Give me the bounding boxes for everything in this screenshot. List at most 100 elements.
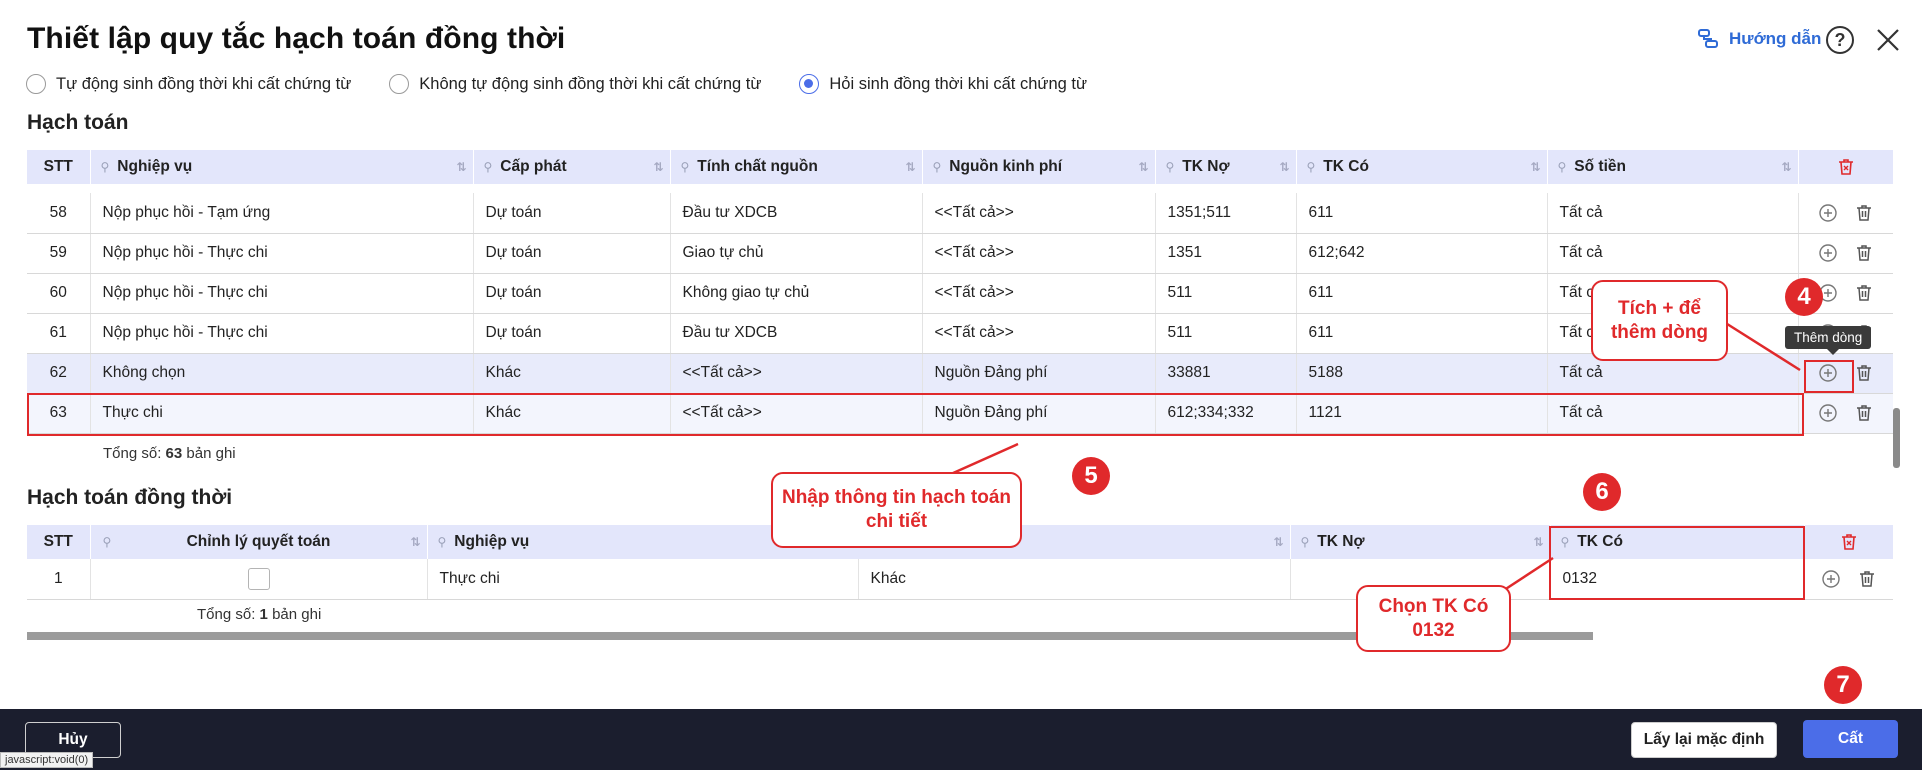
dong-thoi-total: Tổng số: 1 bản ghi <box>197 606 322 623</box>
pin-icon[interactable]: ⚲ <box>681 160 690 174</box>
save-button[interactable]: Cất <box>1803 720 1898 758</box>
sort-icon[interactable]: ⇅ <box>1138 160 1148 174</box>
pin-icon[interactable]: ⚲ <box>101 160 110 174</box>
vertical-scrollbar[interactable] <box>1893 408 1900 468</box>
cell-tinh-chat[interactable]: Giao tự chủ <box>670 233 923 274</box>
cell-cap-phat[interactable]: Dự toán <box>473 233 671 274</box>
cell-cap-phat[interactable]: Khác <box>473 353 671 394</box>
cell-nghiep-vu[interactable]: Nộp phục hồi - Thực chi <box>90 273 474 314</box>
cell-tk-no[interactable]: 511 <box>1155 313 1297 354</box>
cell-tinh-chat[interactable]: Đầu tư XDCB <box>670 193 923 234</box>
pin-icon[interactable]: ⚲ <box>1166 160 1175 174</box>
sort-icon[interactable]: ⇅ <box>1273 535 1283 549</box>
highlight-tk-co <box>1549 526 1805 600</box>
chinh-ly-checkbox[interactable] <box>247 567 270 590</box>
pin-icon[interactable]: ⚲ <box>1307 160 1316 174</box>
add-row-icon[interactable] <box>1818 203 1838 223</box>
cell-tk-co[interactable]: 5188 <box>1296 353 1548 394</box>
cell-cap-phat[interactable]: Khác <box>858 559 1291 600</box>
col-nghiep-vu[interactable]: ⚲ Nghiệp vụ ⇅ <box>90 150 474 184</box>
col-cap-phat[interactable]: ⚲ Cấp phát ⇅ <box>473 150 671 184</box>
cell-nghiep-vu[interactable]: Nộp phục hồi - Tạm ứng <box>90 193 474 234</box>
add-row-icon[interactable] <box>1818 243 1838 263</box>
cell-cap-phat[interactable]: Dự toán <box>473 273 671 314</box>
pin-icon[interactable]: ⚲ <box>484 160 493 174</box>
radio-auto-generate[interactable]: Tự động sinh đồng thời khi cất chứng từ <box>26 74 351 94</box>
reset-default-button[interactable]: Lấy lại mặc định <box>1631 722 1777 758</box>
sort-icon[interactable]: ⇅ <box>1781 160 1791 174</box>
trash-icon[interactable] <box>1854 203 1874 223</box>
col-nguon-kinh-phi[interactable]: ⚲ Nguồn kinh phí ⇅ <box>922 150 1156 184</box>
cell-nghiep-vu[interactable]: Nộp phục hồi - Thực chi <box>90 233 474 274</box>
radio-ask-generate[interactable]: Hỏi sinh đồng thời khi cất chứng từ <box>799 74 1087 94</box>
cell-so-tien[interactable]: Tất cả <box>1547 233 1799 274</box>
table-row[interactable]: 58 Nộp phục hồi - Tạm ứng Dự toán Đầu tư… <box>27 193 1893 234</box>
cell-nguon-kp[interactable]: <<Tất cả>> <box>922 193 1156 234</box>
cell-tk-co[interactable]: 612;642 <box>1296 233 1548 274</box>
delete-all-icon[interactable] <box>1836 157 1856 177</box>
cell-nghiep-vu[interactable]: Thực chi <box>427 559 859 600</box>
col-chinh-ly[interactable]: ⚲ Chỉnh lý quyết toán ⇅ <box>90 525 428 559</box>
col-tk-co[interactable]: ⚲ TK Có ⇅ <box>1296 150 1548 184</box>
guide-link[interactable]: Hướng dẫn <box>1697 28 1821 50</box>
trash-icon[interactable] <box>1854 363 1874 383</box>
sort-icon[interactable]: ⇅ <box>410 535 420 549</box>
sort-icon[interactable]: ⇅ <box>456 160 466 174</box>
cell-cap-phat[interactable]: Dự toán <box>473 313 671 354</box>
close-icon[interactable] <box>1872 24 1904 56</box>
col-so-tien[interactable]: ⚲ Số tiền ⇅ <box>1547 150 1799 184</box>
dialog: Thiết lập quy tắc hạch toán đồng thời Hư… <box>0 0 1922 770</box>
page-title: Thiết lập quy tắc hạch toán đồng thời <box>27 22 566 55</box>
sort-icon[interactable]: ⇅ <box>1279 160 1289 174</box>
cell-tk-no[interactable]: 511 <box>1155 273 1297 314</box>
cell-nguon-kp[interactable]: <<Tất cả>> <box>922 273 1156 314</box>
trash-icon[interactable] <box>1857 569 1877 589</box>
help-icon[interactable]: ? <box>1826 26 1854 54</box>
sort-icon[interactable]: ⇅ <box>653 160 663 174</box>
pin-icon[interactable]: ⚲ <box>1558 160 1567 174</box>
col-stt: STT <box>27 150 91 184</box>
cell-nguon-kp[interactable]: <<Tất cả>> <box>922 313 1156 354</box>
delete-all-icon[interactable] <box>1839 532 1859 552</box>
trash-icon[interactable] <box>1854 403 1874 423</box>
col-tk-no[interactable]: ⚲ TK Nợ ⇅ <box>1155 150 1297 184</box>
sort-icon[interactable]: ⇅ <box>1533 535 1543 549</box>
col-tk-no[interactable]: ⚲ TK Nợ ⇅ <box>1290 525 1551 559</box>
cell-nguon-kp[interactable]: <<Tất cả>> <box>922 233 1156 274</box>
cell-cap-phat[interactable]: Dự toán <box>473 193 671 234</box>
pin-icon[interactable]: ⚲ <box>933 160 942 174</box>
cell-nguon-kp[interactable]: Nguồn Đảng phí <box>922 353 1156 394</box>
trash-icon[interactable] <box>1854 243 1874 263</box>
cell-tinh-chat[interactable]: Đầu tư XDCB <box>670 313 923 354</box>
cell-nghiep-vu[interactable]: Nộp phục hồi - Thực chi <box>90 313 474 354</box>
sort-icon[interactable]: ⇅ <box>1530 160 1540 174</box>
cell-so-tien[interactable]: Tất cả <box>1547 193 1799 234</box>
cell-tk-co[interactable]: 611 <box>1296 273 1548 314</box>
table-row[interactable]: 59 Nộp phục hồi - Thực chi Dự toán Giao … <box>27 233 1893 274</box>
section-title-hach-toan: Hạch toán <box>27 111 129 134</box>
pin-icon[interactable]: ⚲ <box>103 535 112 549</box>
pin-icon[interactable]: ⚲ <box>438 535 447 549</box>
step-badge-7: 7 <box>1824 666 1862 704</box>
add-row-icon[interactable] <box>1821 569 1841 589</box>
sort-icon[interactable]: ⇅ <box>905 160 915 174</box>
add-row-icon[interactable] <box>1818 403 1838 423</box>
radio-circle[interactable] <box>26 74 46 94</box>
cell-tk-co[interactable]: 611 <box>1296 313 1548 354</box>
hach-toan-total: Tổng số: 63 bản ghi <box>103 445 236 462</box>
cell-tinh-chat[interactable]: Không giao tự chủ <box>670 273 923 314</box>
cell-tk-no[interactable]: 1351;511 <box>1155 193 1297 234</box>
cell-tk-no[interactable]: 1351 <box>1155 233 1297 274</box>
cell-tk-co[interactable]: 611 <box>1296 193 1548 234</box>
cell-tinh-chat[interactable]: <<Tất cả>> <box>670 353 923 394</box>
callout-enter-details: Nhập thông tin hạch toán chi tiết <box>771 472 1022 548</box>
radio-circle[interactable] <box>389 74 410 94</box>
trash-icon[interactable] <box>1854 283 1874 303</box>
guide-icon <box>1698 29 1718 48</box>
radio-no-auto-generate[interactable]: Không tự động sinh đồng thời khi cất chứ… <box>389 74 761 94</box>
pin-icon[interactable]: ⚲ <box>1301 535 1310 549</box>
col-tinh-chat-nguon[interactable]: ⚲ Tính chất nguồn ⇅ <box>670 150 923 184</box>
cell-nghiep-vu[interactable]: Không chọn <box>90 353 474 394</box>
radio-circle-selected[interactable] <box>799 74 820 94</box>
cell-tk-no[interactable]: 33881 <box>1155 353 1297 394</box>
